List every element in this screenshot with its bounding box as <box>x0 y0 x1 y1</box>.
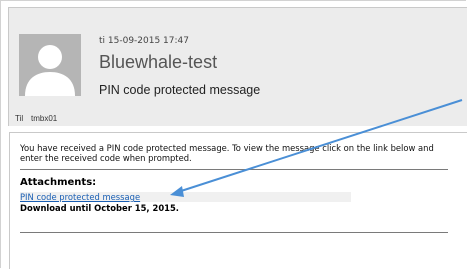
attachments-heading: Attachments: <box>20 177 97 188</box>
divider <box>20 232 448 233</box>
to-label: Til <box>15 114 24 123</box>
message-intro-text: You have received a PIN code protected m… <box>20 143 434 163</box>
message-header: ti 15-09-2015 17:47 Bluewhale-test PIN c… <box>8 7 467 126</box>
divider <box>20 169 448 170</box>
message-subject: PIN code protected message <box>99 83 261 97</box>
person-icon <box>19 34 81 96</box>
avatar <box>19 34 81 96</box>
sender-name[interactable]: Bluewhale-test <box>99 52 217 73</box>
download-deadline: Download until October 15, 2015. <box>20 203 179 213</box>
message-body: You have received a PIN code protected m… <box>9 132 467 269</box>
recipient-name[interactable]: tmbx01 <box>31 114 57 123</box>
attachment-link[interactable]: PIN code protected message <box>20 192 140 202</box>
message-datetime: ti 15-09-2015 17:47 <box>99 36 189 46</box>
